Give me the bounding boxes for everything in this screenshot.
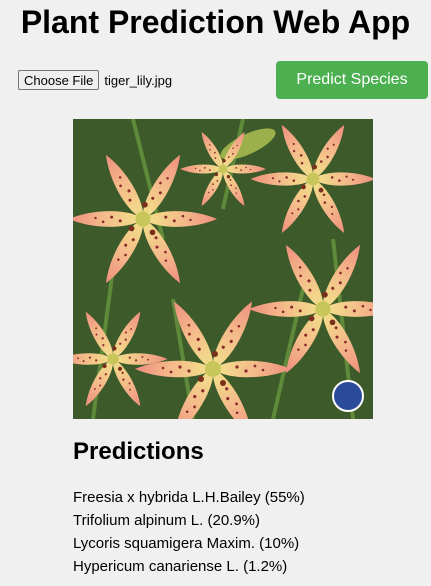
prediction-item: Hypericum canariense L. (1.2%) (73, 558, 288, 575)
lily-image (73, 119, 373, 419)
prediction-item: Lycoris squamigera Maxim. (10%) (73, 535, 300, 552)
prediction-item: Trifolium alpinum L. (20.9%) (73, 512, 261, 529)
predictions-heading: Predictions (73, 438, 204, 465)
file-upload: Choose File tiger_lily.jpg (18, 70, 172, 90)
selected-file-name: tiger_lily.jpg (104, 72, 173, 88)
prediction-item: Freesia x hybrida L.H.Bailey (55%) (73, 489, 305, 506)
predict-species-button[interactable]: Predict Species (276, 61, 428, 99)
plant-photo (73, 119, 373, 419)
predictions-list: Freesia x hybrida L.H.Bailey (55%) Trifo… (73, 486, 305, 578)
choose-file-button[interactable]: Choose File (18, 70, 100, 90)
app-title: Plant Prediction Web App (20, 4, 411, 40)
